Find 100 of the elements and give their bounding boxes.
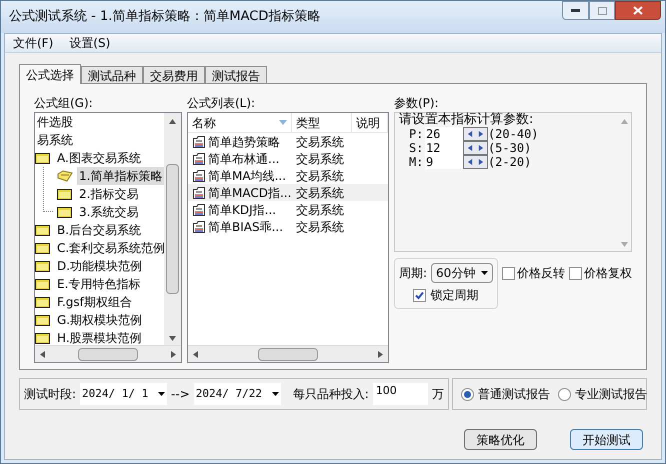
column-header[interactable]: 名称 — [188, 113, 292, 132]
vertical-scrollbar[interactable] — [164, 113, 181, 345]
checkbox[interactable] — [413, 288, 426, 302]
end-date-picker[interactable]: 2024/ 7/22 — [194, 383, 281, 405]
param-input[interactable]: 12 — [424, 141, 463, 155]
tree-item[interactable]: H.股票模块范例 — [55, 329, 144, 345]
action-button[interactable]: 开始测试 — [570, 429, 643, 450]
scroll-right-icon[interactable] — [376, 350, 384, 358]
close-button[interactable] — [615, 1, 661, 20]
tab[interactable]: 测试报告 — [205, 66, 267, 83]
list-row[interactable]: 简单MACD指... 交易系统 — [188, 184, 388, 201]
scroll-left-icon[interactable] — [39, 350, 46, 358]
period-dropdown[interactable]: 60分钟 — [431, 263, 493, 283]
group-label: 公式组(G): — [34, 95, 94, 112]
decrement-icon[interactable] — [466, 131, 473, 137]
start-date-picker[interactable]: 2024/ 1/ 1 — [80, 383, 168, 405]
tree-item[interactable]: 2.指标交易 — [77, 185, 140, 203]
tree-item[interactable]: D.功能模块范例 — [55, 257, 144, 275]
column-header[interactable]: 说明 — [352, 113, 388, 132]
param-name: M: — [408, 154, 424, 171]
formula-name: 简单BIAS乖... — [208, 218, 284, 236]
column-header[interactable]: 类型 — [292, 113, 352, 132]
param-name: P: — [408, 126, 424, 143]
invest-input[interactable]: 100 — [372, 383, 428, 405]
scroll-up-icon[interactable] — [169, 117, 176, 124]
tree-item[interactable]: E.专用特色指标 — [55, 275, 142, 293]
scroll-down-icon[interactable] — [169, 334, 176, 341]
document-icon — [192, 152, 206, 166]
tree-item[interactable]: F.gsf期权组合 — [55, 293, 134, 311]
radio-button[interactable] — [558, 388, 571, 400]
folder-icon — [57, 206, 73, 218]
formula-name: 简单趋势策略 — [208, 134, 280, 150]
horizontal-scrollbar[interactable] — [35, 345, 181, 362]
formula-type: 交易系统 — [295, 134, 344, 150]
menu-item[interactable]: 设置(S) — [69, 34, 110, 52]
folder-icon — [35, 278, 51, 290]
param-range: (5-30) — [488, 140, 532, 156]
minimize-button[interactable] — [562, 1, 589, 20]
param-range: (2-20) — [488, 154, 532, 171]
list-row[interactable]: 简单趋势策略 交易系统 — [188, 133, 388, 150]
window-title: 公式测试系统 - 1.简单指标策略：简单MACD指标策略 — [9, 8, 320, 26]
scroll-right-icon[interactable] — [170, 350, 177, 358]
dropdown-arrow-icon — [272, 392, 279, 396]
dropdown-arrow-icon — [158, 392, 166, 396]
radio-label: 专业测试报告 — [575, 386, 647, 403]
spin-buttons[interactable] — [462, 141, 488, 155]
scroll-left-icon[interactable] — [192, 350, 199, 358]
folder-icon — [35, 296, 51, 308]
open-folder-icon — [57, 170, 73, 182]
menu-item[interactable]: 文件(F) — [13, 34, 54, 52]
tab[interactable]: 测试品种 — [81, 66, 143, 83]
document-icon — [192, 134, 206, 148]
checkbox-label: 价格反转 — [517, 265, 565, 282]
tree-item[interactable]: C.套利交易系统范例 — [55, 239, 164, 257]
list-label: 公式列表(L): — [187, 95, 256, 112]
params-label: 参数(P): — [394, 95, 440, 112]
checkbox-label: 锁定周期 — [430, 287, 478, 304]
list-row[interactable]: 简单KDJ指... 交易系统 — [188, 201, 388, 218]
tree-item[interactable]: A.图表交易系统 — [55, 149, 143, 167]
horizontal-scrollbar[interactable] — [188, 345, 388, 362]
spin-buttons[interactable] — [462, 155, 488, 169]
radio-label: 普通测试报告 — [478, 386, 550, 403]
tab[interactable]: 交易费用 — [143, 66, 205, 83]
dropdown-arrow-icon — [481, 271, 488, 275]
decrement-icon[interactable] — [466, 159, 473, 165]
formula-type: 交易系统 — [295, 168, 344, 184]
tree-item[interactable]: B.后台交易系统 — [55, 221, 144, 239]
tree-item[interactable]: G.期权模块范例 — [55, 311, 144, 329]
invest-label: 每只品种投入: — [292, 386, 369, 403]
tree-item[interactable]: 3.系统交易 — [77, 203, 140, 221]
tree-item[interactable]: 件选股 — [35, 113, 75, 131]
tab[interactable]: 公式选择 — [19, 64, 81, 84]
param-range: (20-40) — [488, 126, 539, 142]
formula-type: 交易系统 — [295, 150, 344, 168]
tree-item[interactable]: 易系统 — [35, 131, 75, 149]
increment-icon[interactable] — [478, 131, 484, 137]
unit-label: 万 — [432, 386, 444, 403]
range-arrow: --> — [171, 386, 190, 403]
param-input[interactable]: 9 — [424, 155, 463, 169]
increment-icon[interactable] — [478, 159, 484, 165]
decrement-icon[interactable] — [466, 145, 473, 151]
spin-buttons[interactable] — [462, 127, 488, 141]
folder-icon — [35, 314, 51, 326]
tree-item[interactable]: 1.简单指标策略 — [77, 167, 164, 185]
list-row[interactable]: 简单布林通... 交易系统 — [188, 150, 388, 167]
radio-button[interactable] — [461, 388, 474, 400]
folder-icon — [57, 188, 73, 200]
list-row[interactable]: 简单BIAS乖... 交易系统 — [188, 218, 388, 235]
increment-icon[interactable] — [478, 145, 484, 151]
document-icon — [192, 220, 206, 234]
document-icon — [192, 186, 206, 200]
checkbox[interactable] — [569, 266, 582, 280]
action-button[interactable]: 策略优化 — [464, 429, 537, 450]
formula-type: 交易系统 — [295, 202, 344, 218]
folder-icon — [35, 242, 51, 254]
checkbox[interactable] — [502, 266, 515, 280]
formula-name: 简单KDJ指... — [208, 202, 276, 218]
param-input[interactable]: 26 — [424, 127, 463, 141]
list-row[interactable]: 简单MA均线... 交易系统 — [188, 167, 388, 184]
folder-icon — [35, 152, 51, 164]
